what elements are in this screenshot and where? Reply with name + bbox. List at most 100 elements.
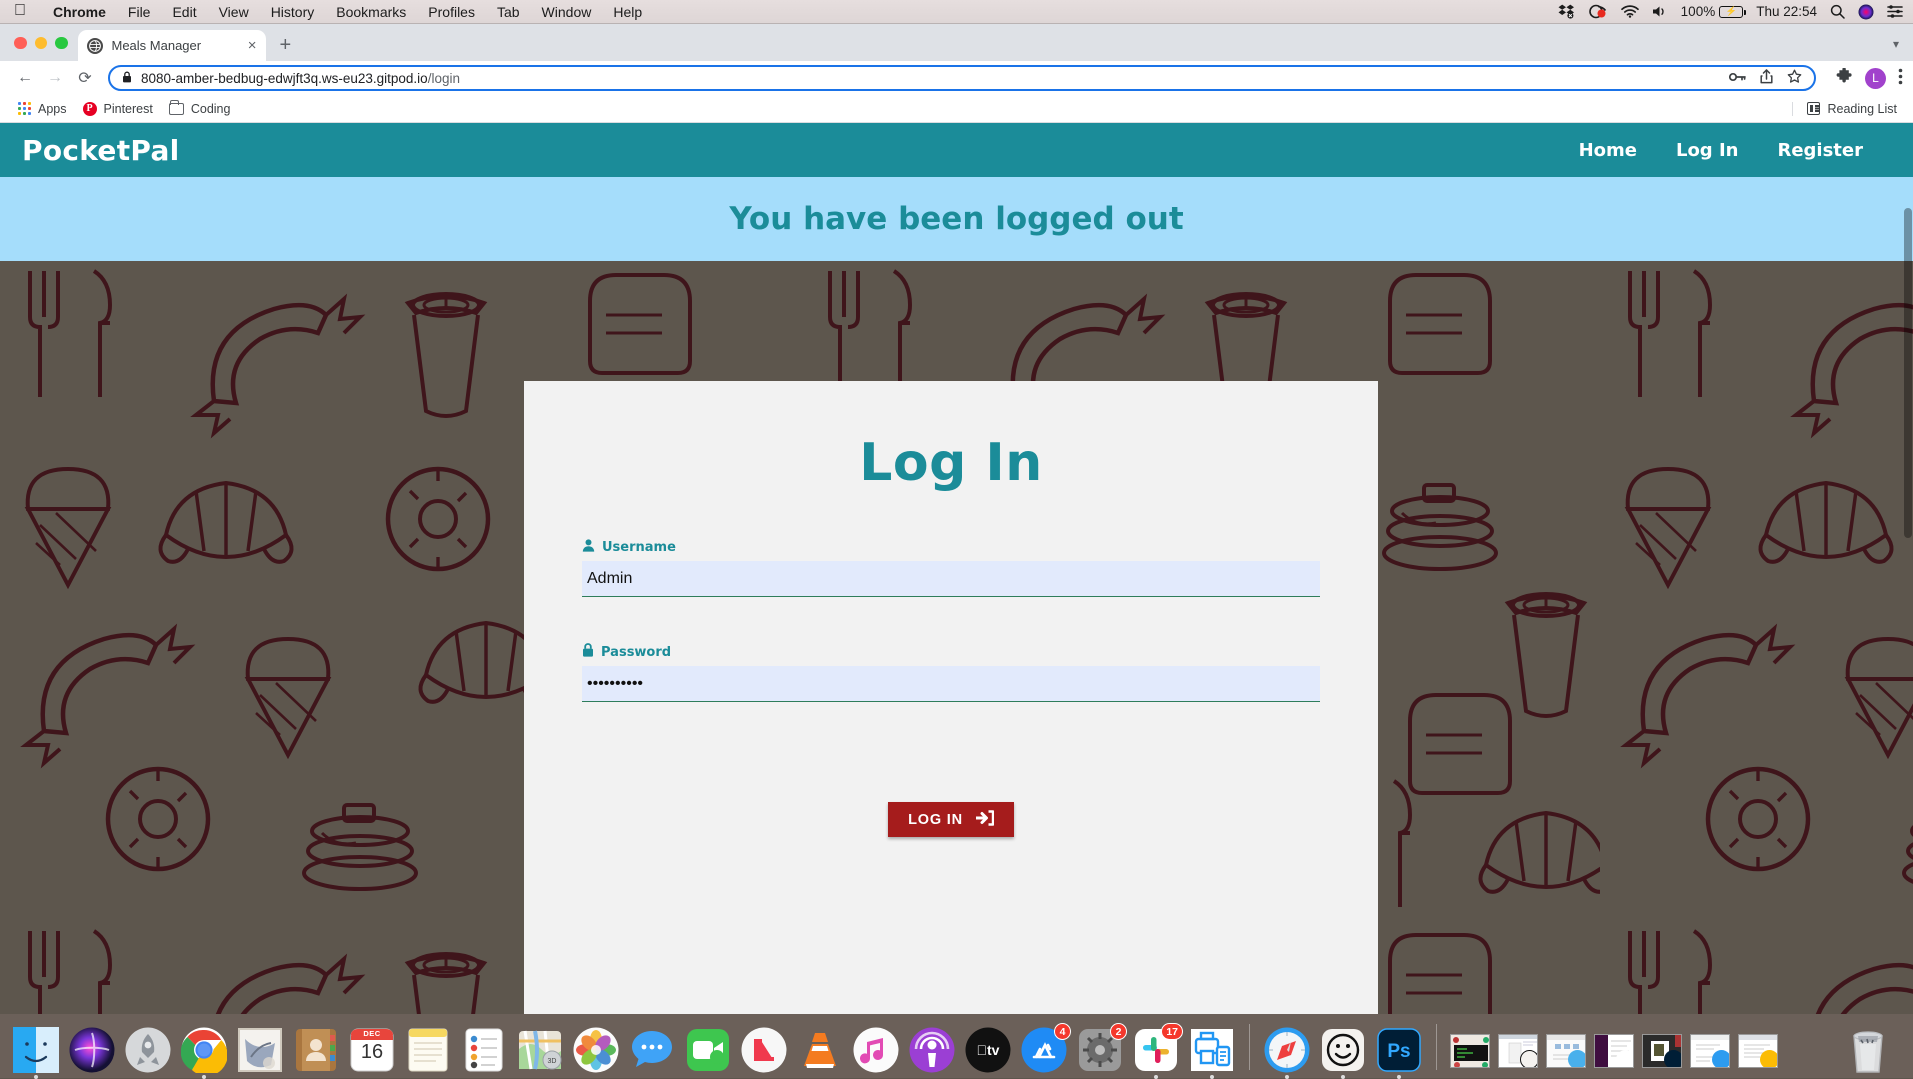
close-window-button[interactable]	[14, 37, 27, 50]
minimized-slack-window[interactable]	[1594, 1034, 1634, 1068]
browser-tab[interactable]: Meals Manager ×	[78, 30, 266, 61]
minimized-safari-window[interactable]	[1690, 1034, 1730, 1068]
dock-item-reminders[interactable]	[460, 1026, 508, 1074]
login-submit-button[interactable]: LOG IN	[888, 802, 1014, 837]
menu-window[interactable]: Window	[531, 4, 603, 20]
minimized-finder-window[interactable]	[1546, 1034, 1586, 1068]
dock-item-music[interactable]	[852, 1026, 900, 1074]
menu-bookmarks[interactable]: Bookmarks	[325, 4, 417, 20]
username-input[interactable]	[582, 561, 1320, 597]
dock-separator	[1249, 1024, 1250, 1070]
apple-logo-icon[interactable]: 	[14, 3, 26, 19]
dock-item-bitmoji[interactable]	[1319, 1026, 1367, 1074]
maximize-window-button[interactable]	[55, 37, 68, 50]
dock-item-vlc[interactable]	[796, 1026, 844, 1074]
lock-icon	[582, 643, 594, 661]
password-key-icon[interactable]	[1729, 70, 1746, 86]
menu-profiles[interactable]: Profiles	[417, 4, 486, 20]
calendar-month-label: DEC	[348, 1029, 396, 1038]
tab-close-icon[interactable]: ×	[242, 37, 257, 54]
back-button[interactable]: ←	[10, 64, 40, 92]
menu-history[interactable]: History	[260, 4, 326, 20]
dock-item-system-preferences[interactable]: 2	[1076, 1026, 1124, 1074]
dock-item-launchpad[interactable]	[124, 1026, 172, 1074]
bookmark-apps[interactable]: Apps	[10, 102, 75, 116]
forward-button[interactable]: →	[40, 64, 70, 92]
siri-icon[interactable]	[1858, 4, 1874, 20]
new-tab-button[interactable]: +	[280, 35, 292, 55]
dock-item-printer-utility[interactable]	[1188, 1026, 1236, 1074]
dock-item-contacts[interactable]	[292, 1026, 340, 1074]
dock-item-mail[interactable]	[236, 1026, 284, 1074]
minimized-terminal-window[interactable]	[1450, 1034, 1490, 1068]
menu-bar-clock[interactable]: Thu 22:54	[1756, 4, 1817, 19]
minimized-chrome-window[interactable]	[1738, 1034, 1778, 1068]
dock-item-apple-tv[interactable]: tv	[964, 1026, 1012, 1074]
minimize-window-button[interactable]	[35, 37, 48, 50]
dock-item-trash[interactable]	[1845, 1026, 1891, 1074]
address-bar[interactable]: 8080-amber-bedbug-edwjft3q.ws-eu23.gitpo…	[108, 65, 1816, 91]
bookmark-coding[interactable]: Coding	[161, 102, 239, 116]
bookmarks-bar: Apps P Pinterest Coding Reading List	[0, 95, 1913, 123]
dock-item-photos[interactable]	[572, 1026, 620, 1074]
dock-item-maps[interactable]: 3D	[516, 1026, 564, 1074]
menu-help[interactable]: Help	[602, 4, 653, 20]
profile-avatar[interactable]: L	[1865, 68, 1886, 89]
spotlight-search-icon[interactable]	[1830, 4, 1845, 19]
login-card-heading: Log In	[554, 433, 1348, 493]
dock-item-messages[interactable]	[628, 1026, 676, 1074]
dock-item-calendar[interactable]: DEC 16	[348, 1026, 396, 1074]
folder-icon	[169, 103, 184, 115]
svg-text:Ps: Ps	[1387, 1041, 1410, 1062]
extensions-puzzle-icon[interactable]	[1836, 68, 1853, 89]
logout-alert-banner: You have been logged out	[0, 177, 1913, 261]
photoshop-overlay-icon	[1664, 1050, 1682, 1068]
dock-item-safari[interactable]	[1263, 1026, 1311, 1074]
dock-item-news[interactable]	[740, 1026, 788, 1074]
nav-link-home[interactable]: Home	[1579, 140, 1637, 161]
dropbox-icon[interactable]	[1558, 4, 1575, 19]
page-scrollbar[interactable]	[1902, 123, 1913, 1014]
scrollbar-thumb[interactable]	[1904, 208, 1912, 538]
share-icon[interactable]	[1760, 69, 1773, 87]
menu-edit[interactable]: Edit	[161, 4, 207, 20]
reading-list-button[interactable]: Reading List	[1792, 102, 1904, 116]
volume-icon[interactable]	[1652, 5, 1668, 18]
tab-strip-overflow[interactable]: ▾	[1893, 37, 1913, 61]
menu-tab[interactable]: Tab	[486, 4, 531, 20]
dock-item-photoshop[interactable]: Ps	[1375, 1026, 1423, 1074]
menu-view[interactable]: View	[208, 4, 260, 20]
dock-item-finder[interactable]	[12, 1026, 60, 1074]
running-indicator	[1154, 1075, 1158, 1079]
three-dot-menu-icon[interactable]	[1898, 68, 1903, 89]
lock-icon	[122, 71, 132, 86]
bookmark-pinterest[interactable]: P Pinterest	[75, 102, 161, 116]
running-indicator	[1285, 1075, 1289, 1079]
url-path: /login	[428, 71, 460, 86]
dock-item-siri[interactable]	[68, 1026, 116, 1074]
password-input[interactable]	[582, 666, 1320, 702]
wifi-icon[interactable]	[1621, 5, 1639, 18]
dock-item-app-store[interactable]: 4	[1020, 1026, 1068, 1074]
minimized-photoshop-window[interactable]	[1642, 1034, 1682, 1068]
site-brand-logo[interactable]: PocketPal	[22, 134, 180, 167]
dock-item-google-chrome[interactable]	[180, 1026, 228, 1074]
dock-item-facetime[interactable]	[684, 1026, 732, 1074]
dock-item-notes[interactable]	[404, 1026, 452, 1074]
nav-link-register[interactable]: Register	[1777, 140, 1863, 161]
dock-item-podcasts[interactable]	[908, 1026, 956, 1074]
reload-button[interactable]: ⟳	[70, 64, 100, 92]
minimized-bitmoji-window[interactable]	[1498, 1034, 1538, 1068]
battery-status[interactable]: 100% ⚡	[1681, 4, 1744, 19]
menu-file[interactable]: File	[117, 4, 162, 20]
control-center-icon[interactable]	[1887, 5, 1903, 18]
tab-title: Meals Manager	[112, 38, 242, 53]
menu-chrome[interactable]: Chrome	[42, 4, 117, 20]
running-indicator	[1210, 1075, 1214, 1079]
chrome-overlay-icon	[1760, 1050, 1778, 1068]
dock-item-slack[interactable]: 17	[1132, 1026, 1180, 1074]
username-field-group: Username	[582, 539, 1320, 597]
nav-link-login[interactable]: Log In	[1676, 140, 1739, 161]
bookmark-star-icon[interactable]	[1787, 69, 1802, 87]
screen-recording-icon[interactable]	[1588, 4, 1608, 19]
